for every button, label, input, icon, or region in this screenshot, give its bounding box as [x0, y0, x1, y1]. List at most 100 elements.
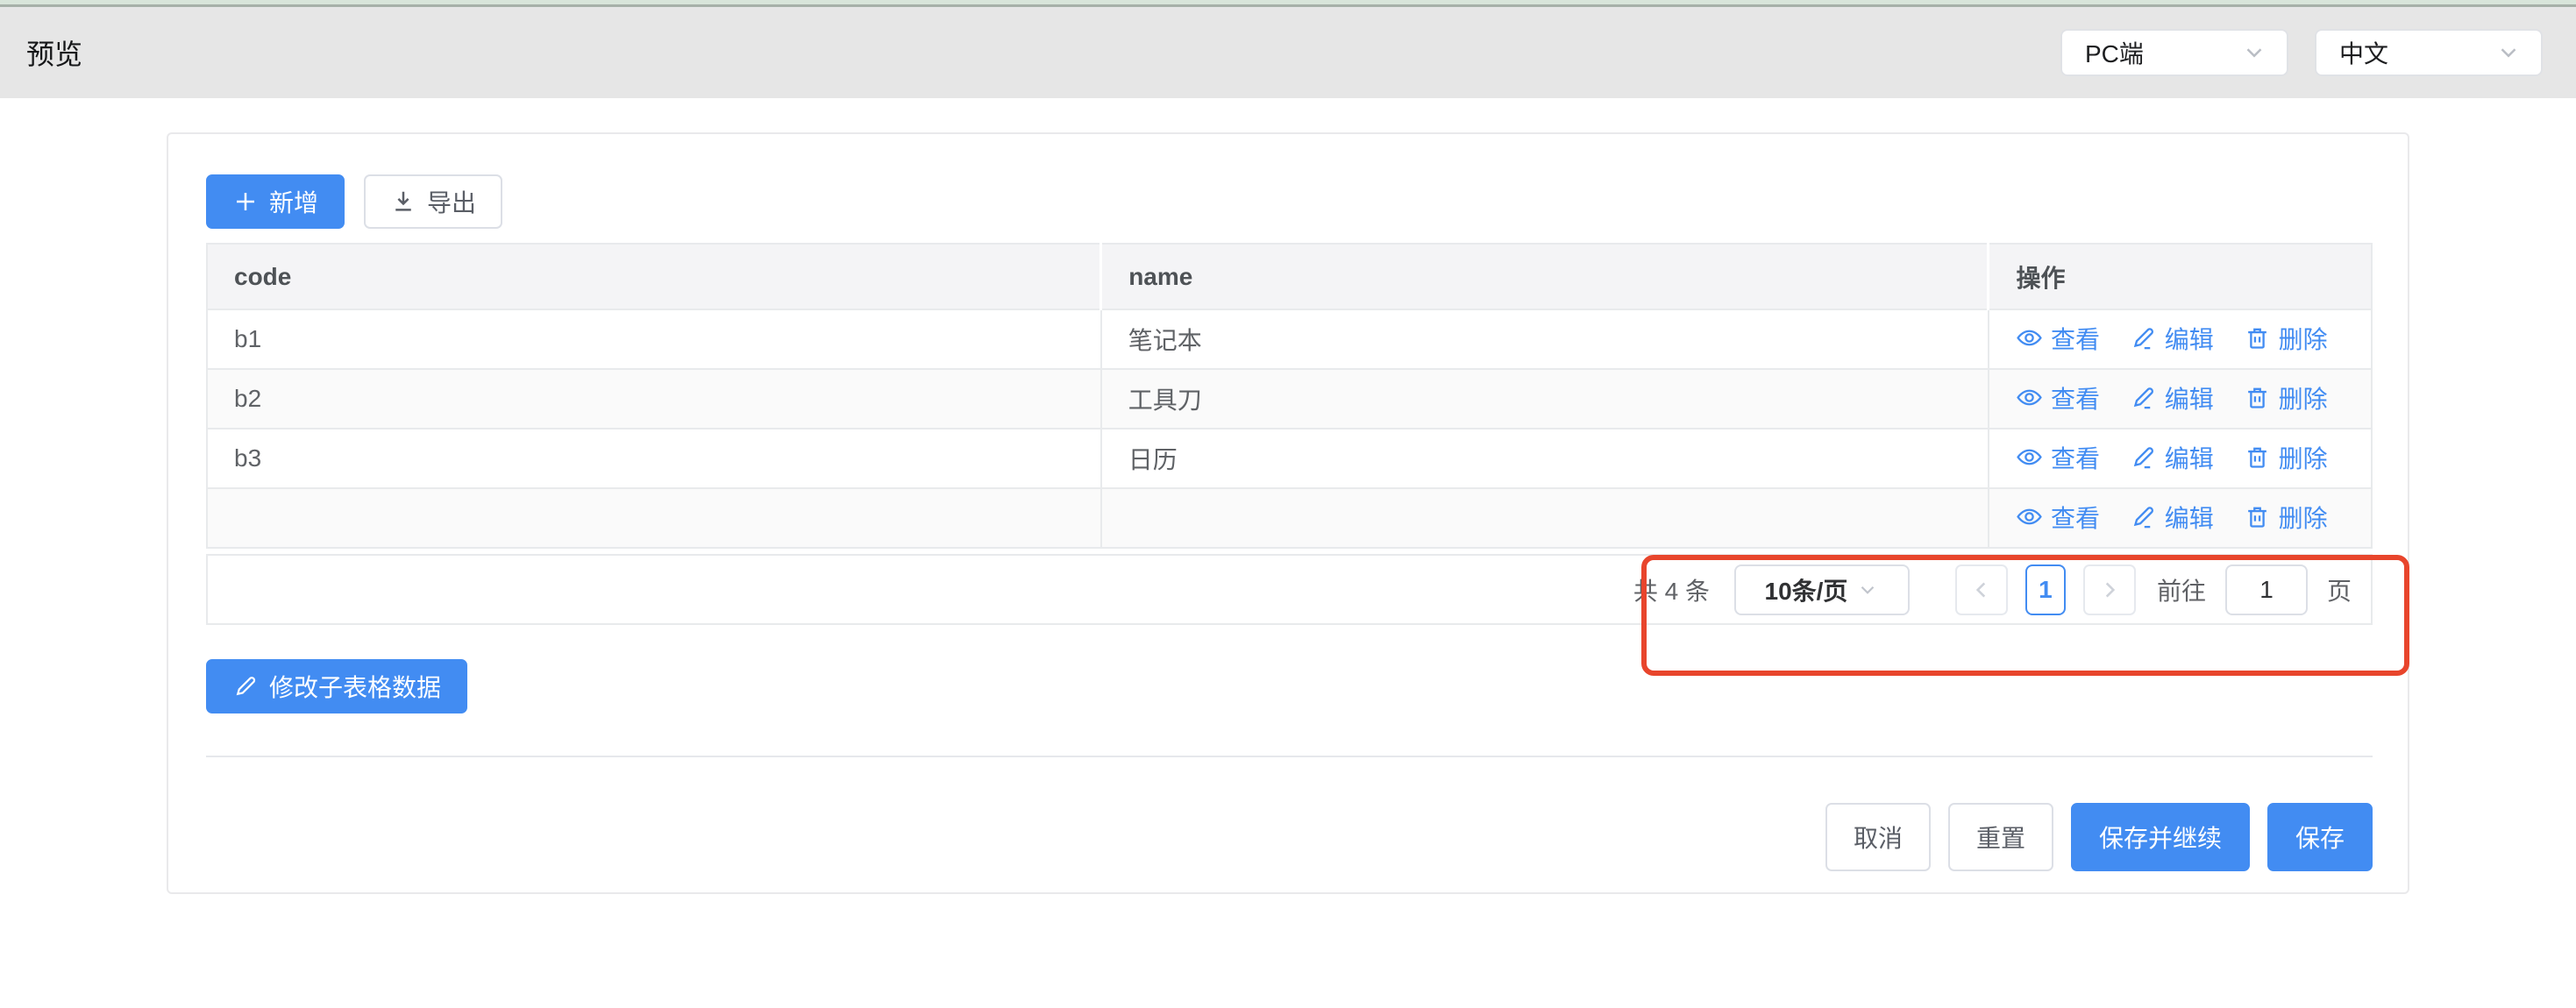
cell-actions: 查看 编辑 删除: [1989, 429, 2372, 488]
pencil-icon: [2130, 384, 2157, 411]
view-link[interactable]: 查看: [2016, 380, 2100, 415]
add-button-label: 新增: [269, 184, 318, 219]
table-header-row: code name 操作: [207, 244, 2372, 309]
cell-code: b1: [207, 309, 1101, 369]
cell-actions: 查看 编辑 删除: [1989, 488, 2372, 548]
trash-icon: [2244, 324, 2271, 351]
page-size-value: 10条/页: [1765, 572, 1848, 607]
chevron-down-icon: [2495, 39, 2522, 66]
export-button-label: 导出: [427, 184, 476, 219]
next-page-button[interactable]: [2083, 564, 2136, 615]
column-header-name: name: [1101, 244, 1989, 309]
edit-link-label: 编辑: [2165, 380, 2214, 415]
eye-icon: [2016, 384, 2043, 411]
delete-link-label: 删除: [2279, 321, 2328, 356]
edit-subtable-label: 修改子表格数据: [269, 669, 441, 704]
device-select-value: PC端: [2085, 35, 2144, 70]
table-footer-wrap: 共 4 条 10条/页 1: [206, 554, 2373, 625]
add-button[interactable]: 新增: [206, 174, 345, 229]
trash-icon: [2244, 503, 2271, 530]
edit-link[interactable]: 编辑: [2130, 440, 2214, 475]
page-unit-label: 页: [2327, 572, 2352, 607]
page-title: 预览: [26, 32, 82, 73]
view-link-label: 查看: [2051, 500, 2100, 535]
save-continue-button[interactable]: 保存并继续: [2071, 803, 2250, 871]
prev-page-button[interactable]: [1955, 564, 2008, 615]
plus-icon: [232, 188, 259, 215]
form-card: 新增 导出 code name 操作 b1 笔记本: [167, 132, 2409, 894]
edit-link-label: 编辑: [2165, 321, 2214, 356]
cell-code: b2: [207, 369, 1101, 429]
device-select[interactable]: PC端: [2060, 29, 2288, 76]
trash-icon: [2244, 384, 2271, 411]
section-divider: [206, 756, 2373, 757]
table-row: b2 工具刀 查看 编辑 删除: [207, 369, 2372, 429]
delete-link-label: 删除: [2279, 500, 2328, 535]
edit-link-label: 编辑: [2165, 500, 2214, 535]
view-link-label: 查看: [2051, 380, 2100, 415]
eye-icon: [2016, 503, 2043, 530]
page-number-button[interactable]: 1: [2025, 564, 2066, 615]
export-button[interactable]: 导出: [364, 174, 502, 229]
cell-name: [1101, 488, 1989, 548]
edit-subtable-button[interactable]: 修改子表格数据: [206, 659, 467, 713]
chevron-down-icon: [2241, 39, 2267, 66]
table-row: b3 日历 查看 编辑 删除: [207, 429, 2372, 488]
page-size-select[interactable]: 10条/页: [1734, 564, 1910, 615]
download-icon: [390, 188, 416, 215]
view-link-label: 查看: [2051, 440, 2100, 475]
view-link[interactable]: 查看: [2016, 440, 2100, 475]
edit-link[interactable]: 编辑: [2130, 380, 2214, 415]
column-header-actions: 操作: [1989, 244, 2372, 309]
cell-code: b3: [207, 429, 1101, 488]
cancel-button[interactable]: 取消: [1825, 803, 1931, 871]
eye-icon: [2016, 324, 2043, 351]
language-select[interactable]: 中文: [2315, 29, 2543, 76]
data-table: code name 操作 b1 笔记本 查看 编辑 删除 b2: [206, 243, 2373, 549]
delete-link[interactable]: 删除: [2244, 321, 2328, 356]
trash-icon: [2244, 444, 2271, 471]
view-link[interactable]: 查看: [2016, 500, 2100, 535]
reset-button[interactable]: 重置: [1948, 803, 2053, 871]
pagination-total: 共 4 条: [1633, 572, 1710, 607]
cell-actions: 查看 编辑 删除: [1989, 309, 2372, 369]
table-toolbar: 新增 导出: [206, 174, 2373, 229]
save-button[interactable]: 保存: [2267, 803, 2373, 871]
view-link[interactable]: 查看: [2016, 321, 2100, 356]
delete-link-label: 删除: [2279, 440, 2328, 475]
header-selects: PC端 中文: [2060, 29, 2543, 76]
view-link-label: 查看: [2051, 321, 2100, 356]
edit-link[interactable]: 编辑: [2130, 321, 2214, 356]
edit-link[interactable]: 编辑: [2130, 500, 2214, 535]
column-header-code: code: [207, 244, 1101, 309]
table-footer: 共 4 条 10条/页 1: [206, 554, 2373, 625]
edit-link-label: 编辑: [2165, 440, 2214, 475]
form-actions: 取消 重置 保存并继续 保存: [206, 803, 2373, 871]
page-header: 预览 PC端 中文: [0, 7, 2576, 98]
eye-icon: [2016, 444, 2043, 471]
cell-actions: 查看 编辑 删除: [1989, 369, 2372, 429]
pagination: 共 4 条 10条/页 1: [1633, 564, 2352, 615]
table-row: b1 笔记本 查看 编辑 删除: [207, 309, 2372, 369]
page-content: 新增 导出 code name 操作 b1 笔记本: [0, 132, 2576, 894]
pencil-icon: [2130, 444, 2157, 471]
pencil-icon: [2130, 503, 2157, 530]
cell-name: 笔记本: [1101, 309, 1989, 369]
pencil-icon: [2130, 324, 2157, 351]
browser-top-strip: [0, 0, 2576, 7]
delete-link-label: 删除: [2279, 380, 2328, 415]
delete-link[interactable]: 删除: [2244, 440, 2328, 475]
goto-label: 前往: [2157, 572, 2206, 607]
goto-page-input[interactable]: [2225, 564, 2308, 615]
pencil-icon: [232, 673, 259, 699]
language-select-value: 中文: [2339, 35, 2388, 70]
delete-link[interactable]: 删除: [2244, 500, 2328, 535]
cell-code: [207, 488, 1101, 548]
chevron-right-icon: [2098, 579, 2121, 601]
cell-name: 工具刀: [1101, 369, 1989, 429]
chevron-down-icon: [1856, 579, 1879, 601]
table-row: 查看 编辑 删除: [207, 488, 2372, 548]
cell-name: 日历: [1101, 429, 1989, 488]
chevron-left-icon: [1970, 579, 1993, 601]
delete-link[interactable]: 删除: [2244, 380, 2328, 415]
